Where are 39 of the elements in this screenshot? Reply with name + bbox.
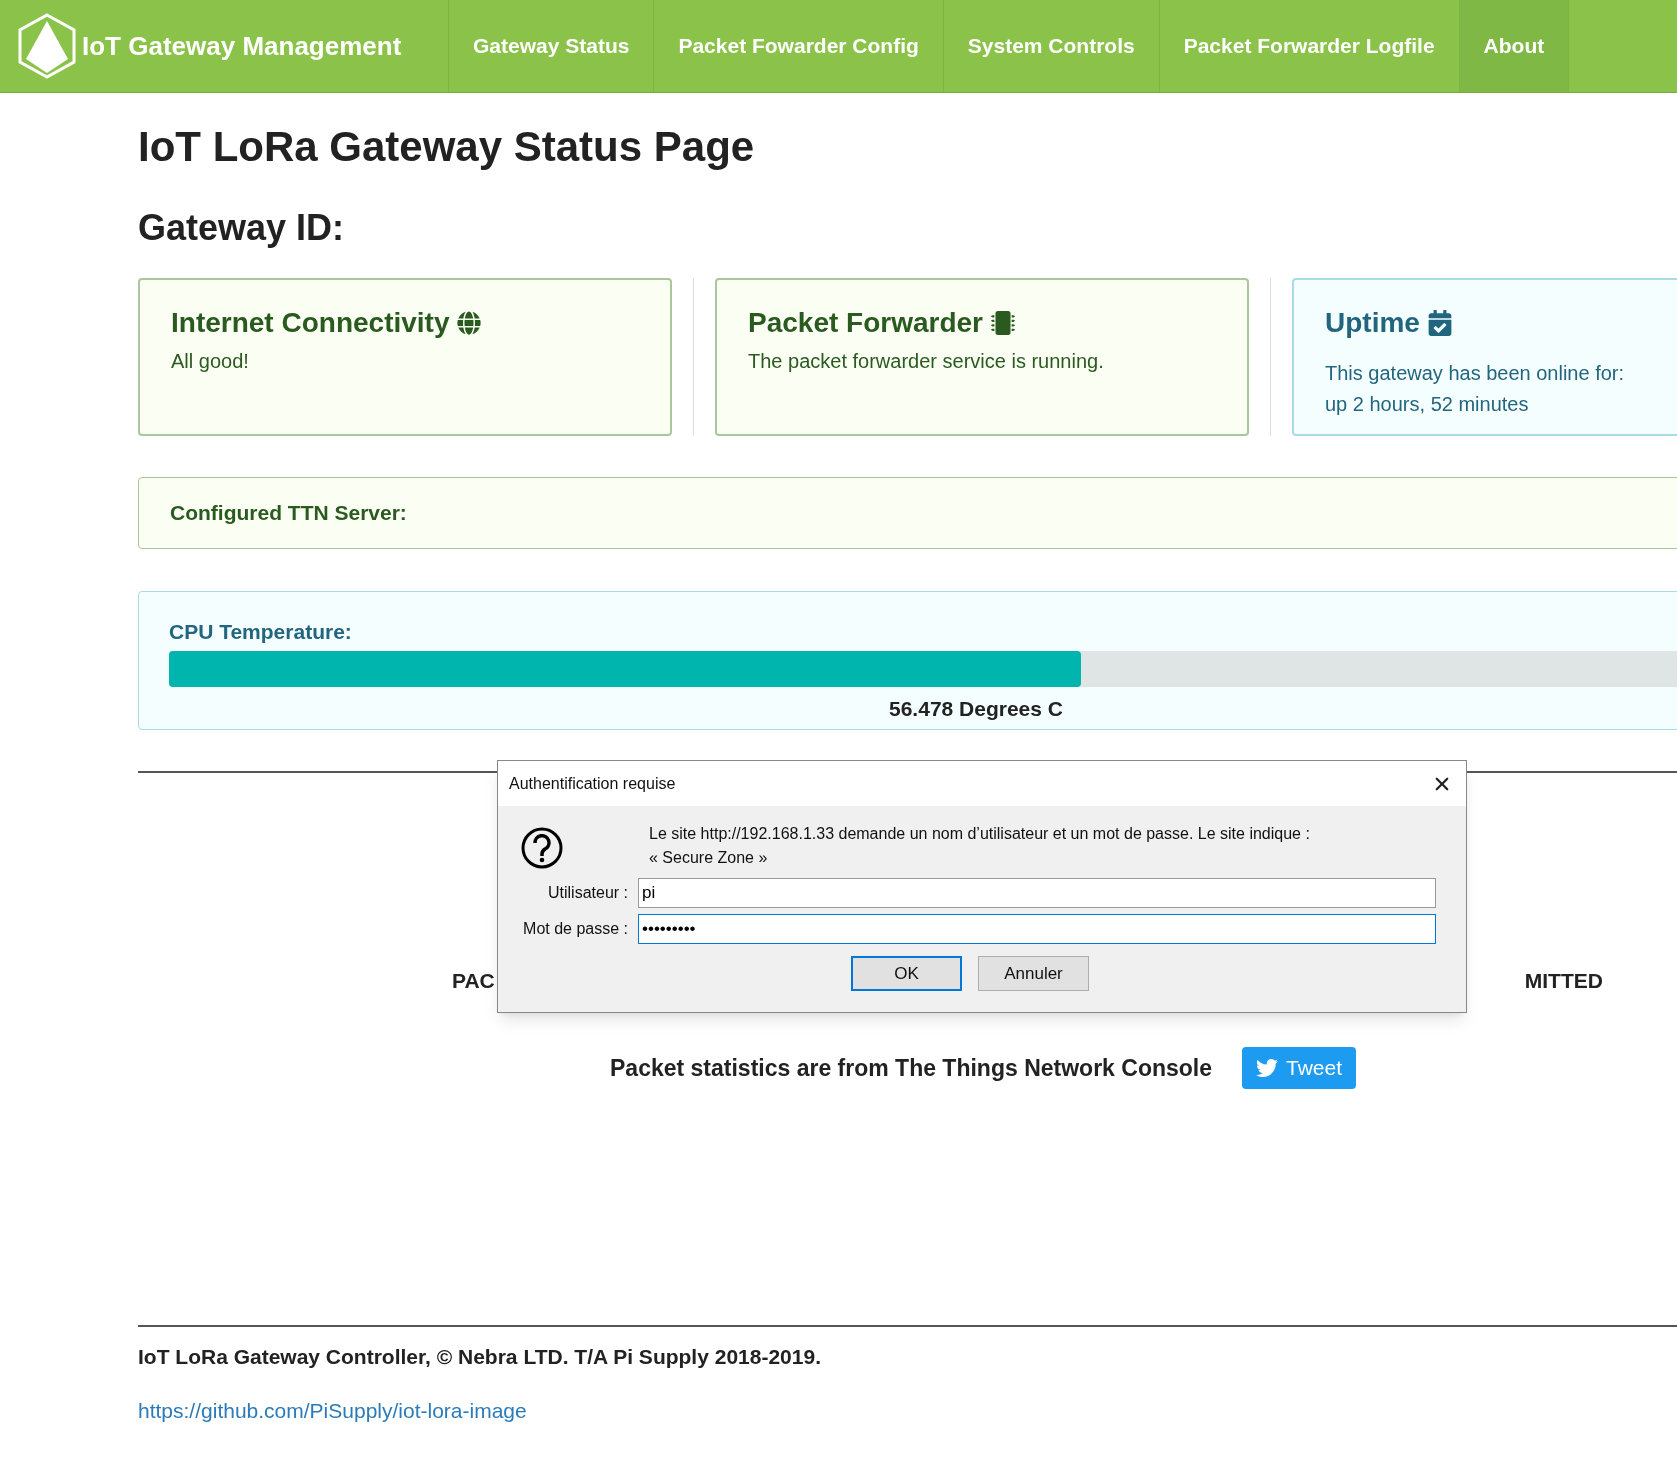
stat-label: MITTED — [1524, 968, 1603, 995]
nav-link[interactable]: Packet Forwarder Logfile — [1158, 0, 1459, 92]
user-label: Utilisateur : — [546, 883, 629, 903]
card-title: Packet Forwarder — [748, 306, 983, 340]
page-title: IoT LoRa Gateway Status Page — [138, 126, 756, 168]
ok-button[interactable]: OK — [851, 956, 962, 991]
stat-label: PAC — [452, 968, 495, 995]
password-field[interactable]: ••••••••• — [638, 914, 1436, 944]
temperature-reading: 56.478 Degrees C — [889, 695, 1063, 722]
card-title: Uptime — [1325, 306, 1420, 340]
nav-link[interactable]: Packet Fowarder Config — [653, 0, 943, 92]
globe-icon — [457, 311, 482, 335]
question-icon — [520, 826, 564, 870]
dialog-title: Authentification requise — [509, 773, 676, 794]
card-text: All good! — [171, 349, 250, 374]
brand-title[interactable]: IoT Gateway Management — [82, 26, 402, 66]
username-field[interactable]: pi — [638, 878, 1436, 908]
nav-link[interactable]: System Controls — [942, 0, 1159, 92]
dialog-message: Le site http://192.168.1.33 demande un nom d’utilisateur et un mot de passe. Le site indique : — [649, 824, 1310, 844]
nav-link[interactable]: Gateway Status — [448, 0, 654, 92]
card-title: Internet Connectivity — [171, 306, 450, 340]
cpu-temperature-label: CPU Temperature: — [169, 619, 353, 645]
nav-link[interactable]: About — [1458, 0, 1570, 92]
gateway-id-heading: Gateway ID: — [138, 210, 346, 246]
bird-icon — [1256, 1057, 1278, 1079]
github-link[interactable]: https://github.com/PiSupply/iot-lora-image — [138, 1394, 527, 1426]
footer-text: IoT LoRa Gateway Controller, © Nebra LTD. T/A Pi Supply 2018-2019. — [138, 1344, 822, 1370]
logo-icon — [18, 13, 76, 79]
stats-note: Packet statistics are from The Things Network Console — [610, 1053, 1212, 1083]
calendar-icon — [1427, 310, 1452, 336]
chip-icon — [991, 310, 1015, 336]
tweet-button[interactable]: Tweet — [1242, 1047, 1357, 1089]
password-label: Mot de passe : — [522, 919, 629, 939]
ttn-server-label: Configured TTN Server: — [170, 500, 407, 527]
dialog-realm: « Secure Zone » — [649, 848, 769, 868]
card-text: up 2 hours, 52 minutes — [1325, 392, 1530, 417]
card-text: This gateway has been online for: — [1325, 361, 1626, 386]
cancel-button[interactable]: Annuler — [978, 956, 1089, 991]
card-text: The packet forwarder service is running. — [748, 349, 1105, 374]
